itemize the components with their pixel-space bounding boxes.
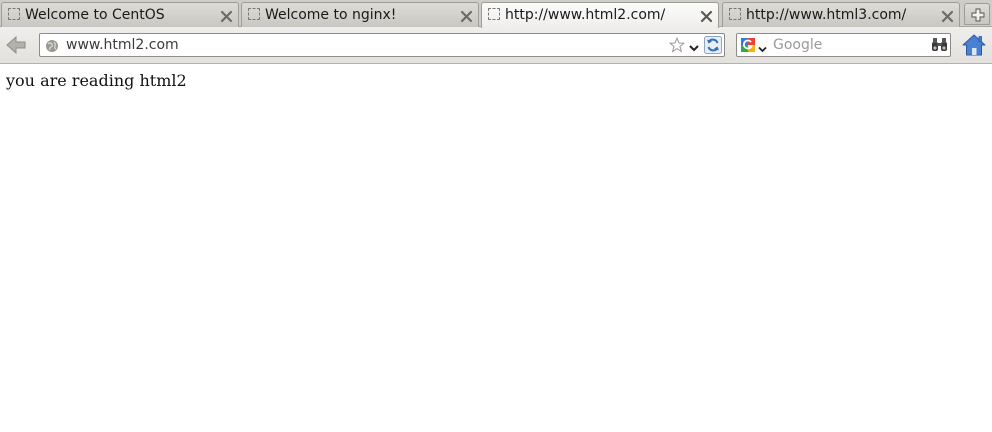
back-arrow-icon xyxy=(6,35,26,55)
blank-page-icon xyxy=(488,8,500,20)
tab-centos[interactable]: Welcome to CentOS xyxy=(1,2,239,27)
close-icon[interactable] xyxy=(941,8,954,23)
close-icon[interactable] xyxy=(220,8,233,23)
browser-window: Welcome to CentOS Welcome to nginx! http… xyxy=(0,0,992,432)
tab-html2[interactable]: http://www.html2.com/ xyxy=(481,2,719,28)
page-content: you are reading html2 xyxy=(0,64,992,432)
search-bar xyxy=(736,33,951,57)
page-body-text: you are reading html2 xyxy=(6,71,187,90)
chevron-down-icon[interactable] xyxy=(757,40,768,53)
back-button[interactable] xyxy=(5,35,27,55)
home-icon xyxy=(962,34,986,56)
star-icon[interactable] xyxy=(668,36,686,53)
close-icon[interactable] xyxy=(700,8,713,23)
url-text[interactable]: www.html2.com xyxy=(66,36,179,54)
home-button[interactable] xyxy=(962,33,986,57)
plus-icon xyxy=(971,8,985,22)
blank-page-icon xyxy=(729,8,741,20)
tab-title: http://www.html3.com/ xyxy=(746,7,907,23)
tab-title: Welcome to nginx! xyxy=(265,7,397,23)
close-icon[interactable] xyxy=(460,8,473,23)
tab-strip: Welcome to CentOS Welcome to nginx! http… xyxy=(0,0,992,28)
reload-icon[interactable] xyxy=(704,36,722,54)
tab-nginx[interactable]: Welcome to nginx! xyxy=(241,2,479,27)
binoculars-icon[interactable] xyxy=(931,37,948,53)
navigation-toolbar: www.html2.com xyxy=(0,27,992,64)
tab-html3[interactable]: http://www.html3.com/ xyxy=(722,2,960,27)
url-bar[interactable]: www.html2.com xyxy=(39,33,725,57)
tab-title: http://www.html2.com/ xyxy=(505,7,666,23)
google-icon[interactable] xyxy=(740,37,756,53)
blank-page-icon xyxy=(8,8,20,20)
tab-title: Welcome to CentOS xyxy=(25,7,165,23)
chevron-down-icon[interactable] xyxy=(688,39,700,52)
search-input[interactable] xyxy=(773,35,923,55)
globe-icon[interactable] xyxy=(45,38,59,52)
blank-page-icon xyxy=(248,8,260,20)
new-tab-button[interactable] xyxy=(964,3,990,25)
